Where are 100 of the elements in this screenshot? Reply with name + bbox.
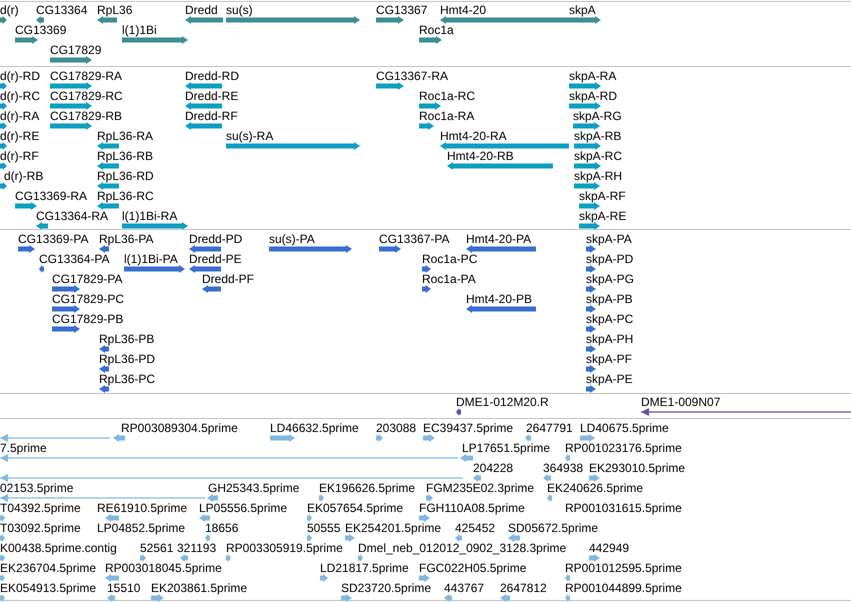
feature-label: skpA-PG	[586, 272, 634, 286]
feature-label: 425452	[455, 521, 496, 535]
feature-label: T03092.5prime	[0, 521, 81, 535]
feature-label: LP17651.5prime	[462, 441, 550, 455]
feature-label: Roc1a	[419, 23, 454, 37]
feature-label: 18656	[205, 521, 238, 535]
feature-label: skpA-PE	[586, 372, 633, 386]
feature-label: 364938	[543, 461, 584, 475]
feature-label: 50555	[307, 521, 340, 535]
feature-label: LD46632.5prime	[270, 421, 359, 435]
feature-label: RpL36-PD	[99, 352, 156, 366]
feature-label: Dmel_neb_012012_0902_3128.3prime	[358, 541, 566, 555]
feature-label: 204228	[473, 461, 514, 475]
feature-label: 7.5prime	[0, 441, 47, 455]
feature-label: Dredd-RD	[185, 69, 240, 83]
feature-label: skpA-PA	[586, 232, 632, 246]
feature-label: DME1-012M20.R	[456, 395, 549, 409]
feature-label: skpA-RF	[579, 189, 626, 203]
feature-label: Dredd-PD	[189, 232, 242, 246]
feature-label: CG13364-RA	[36, 209, 108, 223]
feature-label: d(r)-RE	[0, 129, 40, 143]
feature-label: 2647812	[500, 581, 547, 595]
feature-label: skpA-PB	[586, 292, 633, 306]
feature-label: skpA-RA	[569, 69, 616, 83]
feature-label: LD21817.5prime	[320, 561, 409, 575]
feature-label: Dredd	[185, 3, 218, 17]
feature-label: CG17829-PB	[52, 312, 124, 326]
feature-label: Dredd-RE	[185, 89, 238, 103]
feature-label: T04392.5prime	[0, 501, 81, 515]
feature-label: LD40675.5prime	[580, 421, 669, 435]
feature-label: 02153.5prime	[0, 481, 74, 495]
feature-label: FGC022H05.5prime	[419, 561, 526, 575]
feature-label: RpL36-RD	[97, 169, 154, 183]
feature-label: RpL36-PC	[99, 372, 156, 386]
feature-label: l(1)1Bi-RA	[122, 209, 178, 223]
feature-label: 52561	[140, 541, 174, 555]
feature-label: 203088	[376, 421, 416, 435]
feature-label: RP001012595.5prime	[565, 561, 682, 575]
feature-label: EK236704.5prime	[0, 561, 96, 575]
feature-label: Hmt4-20-PB	[466, 292, 532, 306]
feature-label: skpA-RB	[574, 129, 622, 143]
feature-label: Roc1a-RC	[419, 89, 476, 103]
feature-label: su(s)-PA	[269, 232, 315, 246]
feature-label: CG17829-PC	[52, 292, 124, 306]
feature-label: CG17829-PA	[52, 272, 122, 286]
feature-label: skpA-PF	[586, 352, 632, 366]
feature-label: 2647791	[526, 421, 573, 435]
feature-label: CG13364-PA	[39, 252, 110, 266]
feature-label: RpL36-RA	[97, 129, 154, 143]
feature-label: CG13364	[36, 3, 88, 17]
feature-label: FGM235E02.3prime	[426, 481, 534, 495]
feature-label: CG17829	[50, 43, 102, 57]
feature-label: Roc1a-RA	[419, 109, 474, 123]
feature-label: CG17829-RC	[50, 89, 123, 103]
feature-label: Hmt4-20-RB	[447, 149, 514, 163]
feature-label: CG13367-PA	[379, 232, 450, 246]
feature-label: d(r)-RD	[0, 69, 40, 83]
feature-label: RP001044899.5prime	[565, 581, 682, 595]
feature-label: EK293010.5prime	[589, 461, 686, 475]
feature-label: RpL36-PA	[99, 232, 154, 246]
feature-label: RP001023176.5prime	[565, 441, 682, 455]
feature-label: 15510	[107, 581, 140, 595]
feature-label: Dredd-PE	[189, 252, 242, 266]
feature-label: su(s)-RA	[226, 129, 274, 143]
feature-label: d(r)-RC	[0, 89, 40, 103]
feature-label: skpA-PH	[586, 332, 634, 346]
feature-label: RpL36	[97, 3, 132, 17]
feature-label: skpA-PC	[586, 312, 634, 326]
feature-label: RP003018045.5prime	[105, 561, 222, 575]
feature-label: Dredd-PF	[202, 272, 254, 286]
feature-label: K00438.5prime.contig	[0, 541, 117, 555]
feature-label: skpA-RC	[574, 149, 622, 163]
feature-label: skpA	[569, 3, 596, 17]
feature-label: SD23720.5prime	[341, 581, 432, 595]
feature-label: EK054913.5prime	[0, 581, 96, 595]
feature-label: RP003305919.5prime	[226, 541, 343, 555]
feature-label: RpL36-RB	[97, 149, 154, 163]
feature-label: LP04852.5prime	[97, 521, 186, 535]
feature-label: d(r)-RA	[0, 109, 40, 123]
feature-label: CG17829-RB	[50, 109, 122, 123]
feature-label: FGH110A08.5prime	[419, 501, 525, 515]
feature-label: l(1)1Bi-PA	[124, 252, 178, 266]
feature-label: Dredd-RF	[185, 109, 238, 123]
feature-label: 321193	[177, 541, 216, 555]
feature-label: RP001031615.5prime	[565, 501, 682, 515]
feature-label: CG13369-RA	[15, 189, 88, 203]
feature-label: RpL36-PB	[99, 332, 154, 346]
feature-label: 443767	[444, 581, 484, 595]
feature-label: EK196626.5prime	[319, 481, 416, 495]
feature-label: Hmt4-20-RA	[440, 129, 507, 143]
feature-label: CG17829-RA	[50, 69, 122, 83]
feature-label: su(s)	[226, 3, 253, 17]
feature-label: EC39437.5prime	[423, 421, 514, 435]
feature-label: Roc1a-PC	[422, 252, 478, 266]
feature-label: d(r)-RF	[0, 149, 39, 163]
feature-label: LP05556.5prime	[199, 501, 288, 515]
feature-label: CG13369	[15, 23, 66, 37]
feature-label: EK057654.5prime	[307, 501, 404, 515]
feature-label: skpA-RH	[574, 169, 622, 183]
feature-label: DME1-009N07	[641, 395, 720, 409]
